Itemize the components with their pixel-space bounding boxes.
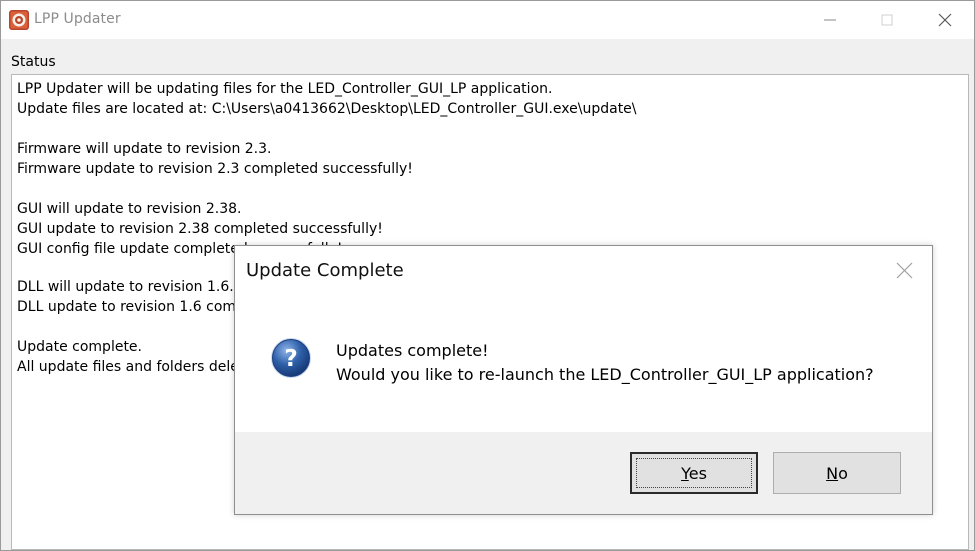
svg-text:?: ? [284, 346, 297, 372]
no-button[interactable]: No [773, 452, 901, 494]
no-button-label: o [838, 464, 848, 483]
close-icon [896, 262, 913, 279]
dialog-message-line: Would you like to re-launch the LED_Cont… [336, 365, 874, 384]
dialog-title: Update Complete [246, 260, 404, 281]
status-line: Firmware update to revision 2.3 complete… [17, 161, 413, 177]
lpp-app-icon [9, 10, 29, 30]
question-icon: ? [270, 337, 312, 379]
window-title: LPP Updater [34, 11, 121, 27]
maximize-icon [881, 14, 893, 26]
status-line: All update files and folders deleted. [17, 359, 267, 375]
focus-rectangle [636, 458, 752, 488]
maximize-button[interactable] [858, 1, 916, 39]
status-line: DLL will update to revision 1.6. [17, 279, 234, 295]
status-line: Update files are located at: C:\Users\a0… [17, 101, 637, 117]
minimize-button[interactable] [801, 1, 859, 39]
dialog-button-bar: Yes No [235, 432, 932, 514]
close-icon [938, 13, 952, 27]
updater-window: LPP Updater Status LPP Updater will be u… [0, 0, 975, 551]
update-complete-dialog: Update Complete ? Updates complete! Woul… [234, 245, 933, 515]
no-button-mnemonic: N [826, 464, 839, 483]
status-line: GUI update to revision 2.38 completed su… [17, 221, 383, 237]
dialog-close-button[interactable] [885, 254, 925, 286]
close-button[interactable] [916, 1, 974, 39]
status-line: LPP Updater will be updating files for t… [17, 81, 553, 97]
status-line: Update complete. [17, 339, 142, 355]
status-line: Firmware will update to revision 2.3. [17, 141, 272, 157]
dialog-message-line: Updates complete! [336, 341, 489, 360]
status-line: GUI will update to revision 2.38. [17, 201, 242, 217]
status-group-label: Status [11, 54, 56, 70]
minimize-icon [824, 19, 836, 21]
yes-button[interactable]: Yes [630, 452, 758, 494]
title-bar[interactable]: LPP Updater [1, 1, 974, 39]
